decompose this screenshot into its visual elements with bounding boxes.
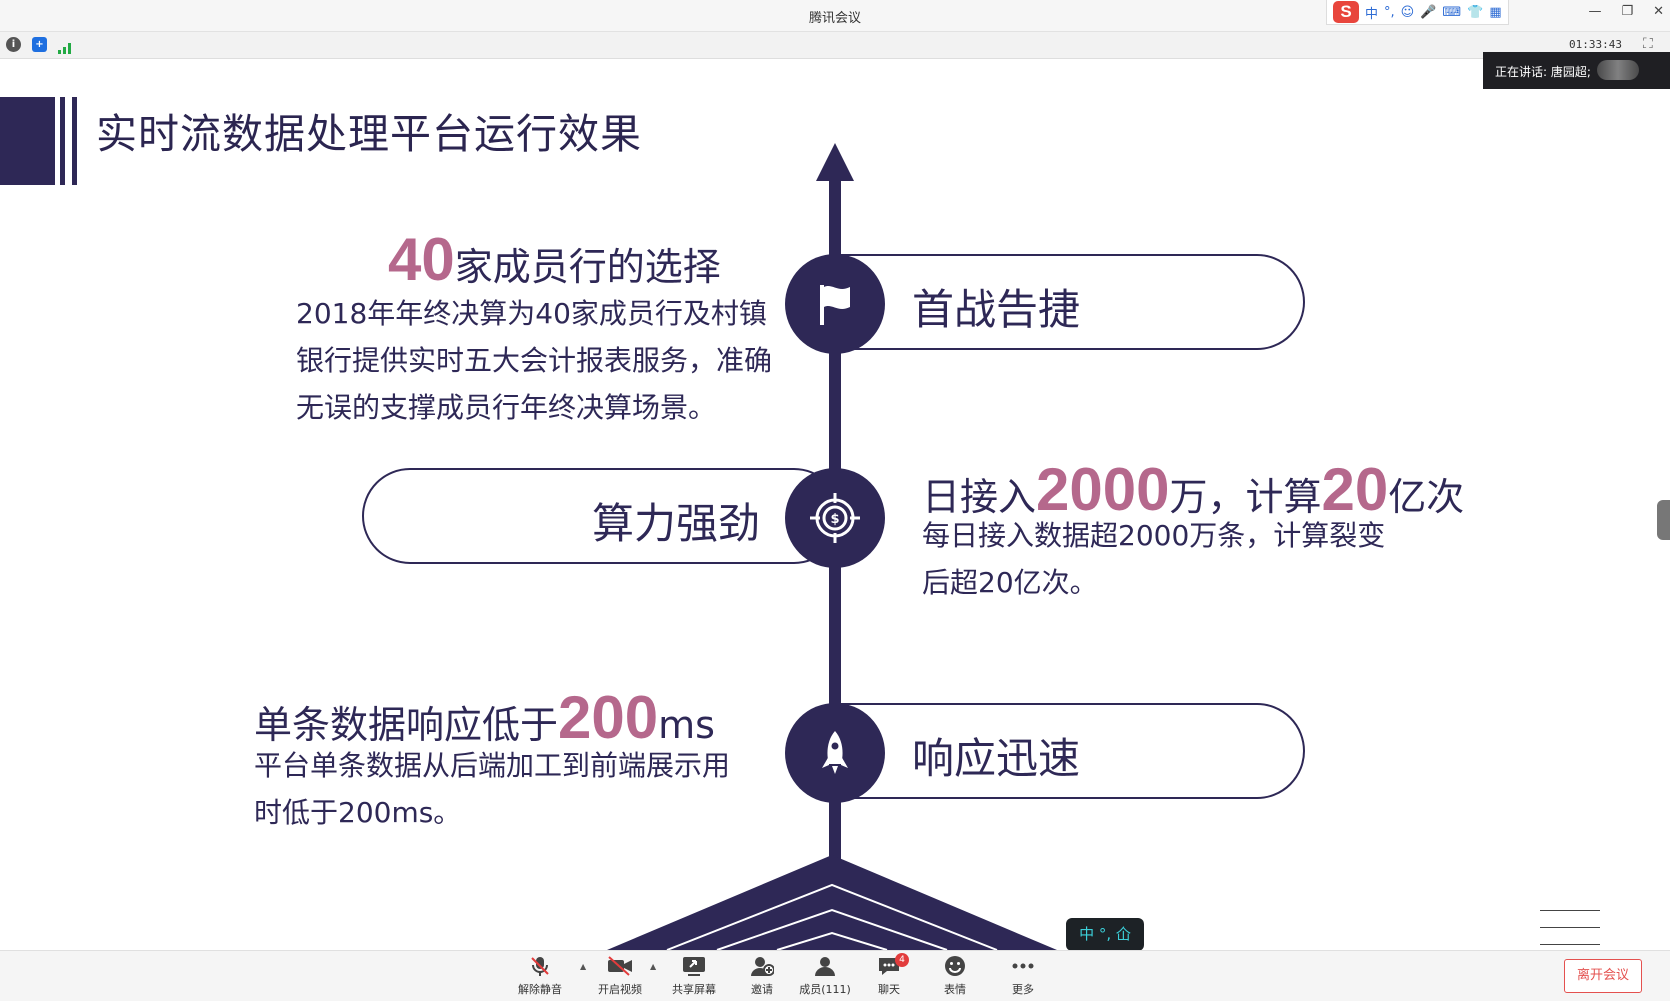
ime-emoji-icon[interactable]: ☺ bbox=[1401, 5, 1415, 20]
speaking-label: 正在讲话: 唐园超; bbox=[1495, 65, 1591, 79]
item3-number: 200 bbox=[558, 684, 659, 751]
window-controls: — ❐ ✕ bbox=[1588, 4, 1664, 19]
ime-mic-icon[interactable]: 🎤 bbox=[1420, 5, 1436, 20]
ime-mode-toggle[interactable]: 中 bbox=[1365, 3, 1378, 22]
minimize-button[interactable]: — bbox=[1588, 4, 1601, 19]
ime-keyboard-icon[interactable]: ⌨ bbox=[1442, 5, 1461, 20]
audio-options-caret-icon[interactable]: ▲ bbox=[580, 962, 586, 971]
share-screen-icon bbox=[681, 955, 707, 979]
members-button[interactable]: 成员(111) bbox=[795, 955, 855, 997]
share-label: 共享屏幕 bbox=[672, 983, 716, 996]
unmute-button[interactable]: 解除静音 bbox=[510, 955, 570, 997]
pill-label: 算力强劲 bbox=[592, 499, 761, 548]
more-button[interactable]: 更多 bbox=[993, 955, 1053, 997]
signal-icon[interactable] bbox=[58, 39, 72, 58]
mic-muted-icon bbox=[527, 955, 553, 979]
unmute-label: 解除静音 bbox=[518, 983, 562, 996]
rocket-icon-circle bbox=[785, 703, 885, 803]
info-icon[interactable]: i bbox=[6, 37, 21, 52]
chat-label: 聊天 bbox=[878, 983, 900, 996]
smiley-icon bbox=[942, 955, 968, 979]
item1-number: 40 bbox=[388, 226, 455, 293]
users-icon bbox=[812, 955, 838, 979]
rocket-icon bbox=[822, 731, 848, 774]
speaker-avatar-blurred bbox=[1597, 60, 1639, 80]
flag-icon bbox=[820, 285, 850, 325]
item3-desc: 平台单条数据从后端加工到前端展示用时低于200ms。 bbox=[254, 749, 731, 829]
ime-toolbar[interactable]: S 中 °, ☺ 🎤 ⌨ 👕 ▦ bbox=[1326, 0, 1509, 25]
svg-text:$: $ bbox=[830, 512, 839, 527]
title-decor-line bbox=[60, 97, 65, 185]
ime-floating-status[interactable]: 中 °, 仚 bbox=[1066, 918, 1144, 951]
item3-headline-pre: 单条数据响应低于 bbox=[254, 703, 559, 747]
item1-headline: 40家成员行的选择 bbox=[388, 225, 721, 294]
close-button[interactable]: ✕ bbox=[1653, 4, 1664, 19]
pill-label: 首战告捷 bbox=[912, 285, 1081, 334]
title-decor-block bbox=[0, 97, 55, 185]
pyramid-base-graphic bbox=[607, 855, 1057, 950]
members-label: 成员(111) bbox=[799, 983, 851, 996]
start-video-button[interactable]: 开启视频 bbox=[590, 955, 650, 997]
ime-skin-icon[interactable]: 👕 bbox=[1467, 5, 1483, 20]
camera-off-icon bbox=[607, 955, 633, 979]
meeting-timer: 01:33:43 bbox=[1569, 38, 1622, 51]
flag-icon-circle bbox=[785, 254, 885, 354]
speaking-indicator: 正在讲话: 唐园超; bbox=[1483, 52, 1670, 89]
ime-punct-toggle[interactable]: °, bbox=[1384, 5, 1395, 20]
leave-meeting-button[interactable]: 离开会议 bbox=[1564, 959, 1642, 993]
slide-title: 实时流数据处理平台运行效果 bbox=[96, 110, 642, 158]
sogou-logo-icon[interactable]: S bbox=[1333, 1, 1359, 23]
video-options-caret-icon[interactable]: ▲ bbox=[650, 962, 656, 971]
item2-desc: 每日接入数据超2000万条，计算裂变后超20亿次。 bbox=[922, 519, 1386, 599]
meeting-toolbar: 解除静音 ▲ 开启视频 ▲ 共享屏幕 邀请 成员(111) 4 聊天 表情 更多 bbox=[0, 950, 1670, 1001]
more-dots-icon bbox=[1010, 955, 1036, 979]
video-label: 开启视频 bbox=[598, 983, 642, 996]
reactions-button[interactable]: 表情 bbox=[925, 955, 985, 997]
fullscreen-icon[interactable]: ⛶ bbox=[1643, 36, 1653, 52]
target-dollar-icon-circle: $ bbox=[785, 468, 885, 568]
reactions-label: 表情 bbox=[944, 983, 966, 996]
add-user-icon bbox=[749, 955, 775, 979]
title-decor-line bbox=[72, 97, 77, 185]
restore-button[interactable]: ❐ bbox=[1621, 4, 1633, 19]
shield-icon[interactable]: + bbox=[32, 37, 47, 52]
chat-unread-badge: 4 bbox=[895, 953, 909, 967]
side-panel-handle[interactable] bbox=[1657, 500, 1670, 540]
invite-label: 邀请 bbox=[751, 983, 773, 996]
more-label: 更多 bbox=[1012, 983, 1034, 996]
chat-button[interactable]: 4 聊天 bbox=[859, 953, 919, 997]
item3-headline-post: ms bbox=[658, 703, 715, 747]
meeting-info-bar: i + bbox=[0, 32, 1670, 59]
item1-headline-text: 家成员行的选择 bbox=[454, 245, 721, 289]
pill-label: 响应迅速 bbox=[912, 734, 1081, 783]
ime-grid-icon[interactable]: ▦ bbox=[1489, 5, 1501, 20]
item1-desc: 2018年年终决算为40家成员行及村镇银行提供实时五大会计报表服务，准确无误的支… bbox=[296, 297, 773, 424]
invite-button[interactable]: 邀请 bbox=[732, 955, 792, 997]
pill-computing-power: 算力强劲 bbox=[362, 468, 842, 564]
share-screen-button[interactable]: 共享屏幕 bbox=[664, 955, 724, 997]
target-dollar-icon: $ bbox=[810, 493, 860, 543]
